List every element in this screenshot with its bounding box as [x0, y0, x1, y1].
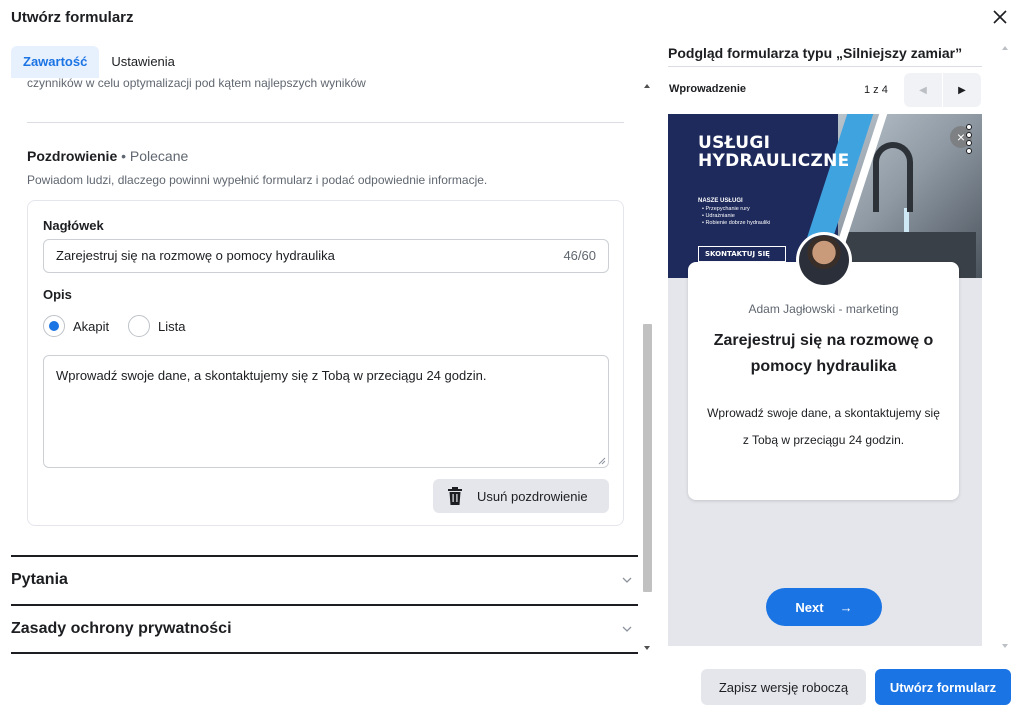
- banner-service-item: • Przepychanie rury: [702, 206, 750, 212]
- accordion-privacy-label: Zasady ochrony prywatności: [11, 620, 232, 637]
- description-textarea[interactable]: Wprowadź swoje dane, a skontaktujemy się…: [43, 355, 609, 468]
- radio-paragraph-label: Akapit: [73, 318, 110, 334]
- radio-circle: [43, 315, 65, 337]
- radio-list-label: Lista: [158, 318, 186, 334]
- banner-cta: SKONTAKTUJ SIĘ: [698, 246, 786, 262]
- headline-input-value: Zarejestruj się na rozmowę o pomocy hydr…: [56, 248, 335, 263]
- headline-input[interactable]: Zarejestruj się na rozmowę o pomocy hydr…: [43, 239, 609, 273]
- page-name: Adam Jagłowski - marketing: [748, 302, 899, 316]
- radio-circle: [128, 315, 150, 337]
- scroll-down-icon[interactable]: [644, 646, 650, 650]
- description-textarea-value: Wprowadź swoje dane, a skontaktujemy się…: [56, 368, 487, 383]
- radio-paragraph[interactable]: Akapit: [43, 315, 109, 337]
- dialog-title: Utwórz formularz: [11, 9, 134, 26]
- preview-step-label: Wprowadzenie: [669, 83, 747, 95]
- recommended-tag: • Polecane: [117, 148, 189, 164]
- avatar: [796, 232, 852, 288]
- scroll-up-icon[interactable]: [644, 84, 650, 88]
- accordion-questions-label: Pytania: [11, 571, 68, 588]
- chevron-down-icon: [622, 626, 632, 632]
- tab-bar: Zawartość Ustawienia: [11, 46, 187, 78]
- preview-title: Podgląd formularza typu „Silniejszy zami…: [668, 45, 963, 61]
- close-icon[interactable]: [991, 8, 1009, 26]
- delete-greeting-button[interactable]: Usuń pozdrowienie: [433, 479, 609, 513]
- banner-services-title: NASZE USŁUGI: [698, 198, 743, 204]
- faucet-illustration: [873, 142, 913, 212]
- carousel-dots: [966, 124, 972, 156]
- banner-services-list: • Przepychanie rury • Udrażnianie • Robi…: [702, 206, 770, 227]
- accordion-questions[interactable]: Pytania: [11, 555, 638, 603]
- banner-service-item: • Udrażnianie: [702, 213, 735, 219]
- accordion-privacy[interactable]: Zasady ochrony prywatności: [11, 604, 638, 652]
- right-scrollbar[interactable]: [999, 40, 1011, 654]
- create-form-button[interactable]: Utwórz formularz: [875, 669, 1011, 705]
- headline-label: Nagłówek: [43, 218, 104, 233]
- chevron-left-icon: ◀: [919, 84, 927, 96]
- tab-settings[interactable]: Ustawienia: [99, 46, 187, 78]
- preview-step-count: 1 z 4: [864, 84, 888, 96]
- intro-headline: Zarejestruj się na rozmowę o pomocy hydr…: [713, 332, 934, 375]
- tab-content[interactable]: Zawartość: [11, 46, 100, 78]
- chevron-right-icon: ▶: [958, 84, 966, 96]
- preview-prev-button[interactable]: ◀: [904, 73, 942, 107]
- preview-step-bar: Wprowadzenie 1 z 4 ◀ ▶: [668, 66, 982, 110]
- greeting-title: Pozdrowienie: [27, 148, 118, 164]
- form-preview: USŁUGI HYDRAULICZNE NASZE USŁUGI • Przep…: [668, 114, 982, 646]
- scroll-up-icon[interactable]: [1002, 46, 1008, 50]
- clipped-description-text: czynników w celu optymalizacji pod kątem…: [27, 78, 366, 90]
- greeting-card: Nagłówek Zarejestruj się na rozmowę o po…: [27, 200, 624, 526]
- save-draft-button[interactable]: Zapisz wersję roboczą: [701, 669, 866, 705]
- preview-next-cta[interactable]: Next →: [766, 588, 882, 626]
- next-label: Next: [795, 599, 824, 615]
- greeting-section-description: Powiadom ludzi, dlaczego powinni wypełni…: [27, 173, 488, 187]
- divider: [11, 652, 638, 654]
- trash-icon: [448, 487, 462, 505]
- scrollbar-thumb[interactable]: [643, 324, 652, 592]
- form-editor-scroll-area[interactable]: czynników w celu optymalizacji pod kątem…: [11, 78, 639, 658]
- intro-description: Wprowadź swoje dane, a skontaktujemy się…: [707, 406, 940, 447]
- divider: [27, 122, 624, 123]
- radio-list[interactable]: Lista: [128, 315, 185, 337]
- resize-handle-icon[interactable]: [598, 457, 606, 465]
- description-label: Opis: [43, 287, 72, 302]
- left-scrollbar[interactable]: [641, 78, 653, 656]
- create-form-dialog: Utwórz formularz Zawartość Ustawienia cz…: [0, 0, 1024, 707]
- delete-greeting-label: Usuń pozdrowienie: [477, 488, 588, 504]
- arrow-right-icon: →: [839, 599, 853, 615]
- preview-next-button[interactable]: ▶: [943, 73, 981, 107]
- intro-card: Adam Jagłowski - marketing Zarejestruj s…: [688, 262, 959, 500]
- character-counter: 46/60: [563, 248, 596, 263]
- banner-headline: USŁUGI HYDRAULICZNE: [698, 133, 850, 171]
- banner-service-item: • Robienie dobrze hydrauliki: [702, 220, 771, 226]
- scroll-down-icon[interactable]: [1002, 644, 1008, 648]
- greeting-section-title: Pozdrowienie • Polecane: [27, 148, 188, 164]
- chevron-down-icon: [622, 577, 632, 583]
